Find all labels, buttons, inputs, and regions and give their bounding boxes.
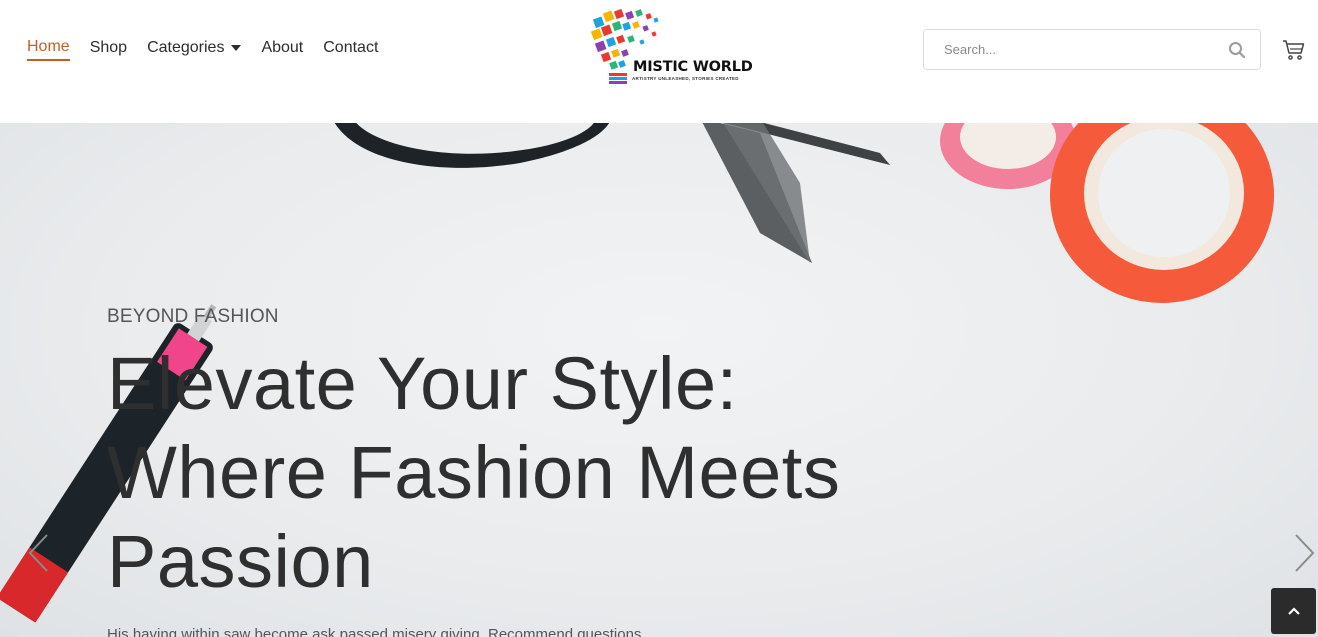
nav-contact[interactable]: Contact: [323, 39, 378, 60]
site-header: Home Shop Categories About Contact MISTI…: [0, 0, 1318, 123]
nav-about-label: About: [261, 39, 304, 56]
site-logo[interactable]: MISTIC WORLD ARTISTRY UNLEASHED, STORIES…: [588, 6, 753, 88]
search-input[interactable]: [924, 30, 1214, 69]
logo-name: MISTIC WORLD: [633, 59, 753, 75]
search-box: [923, 29, 1261, 70]
logo-tagline: ARTISTRY UNLEASHED, STORIES CREATED: [632, 76, 739, 81]
chevron-left-icon[interactable]: [27, 533, 51, 573]
hero-subtitle: BEYOND FASHION: [107, 306, 279, 327]
cart-icon[interactable]: [1282, 38, 1306, 62]
hero-description: His having within saw become ask passed …: [107, 626, 642, 637]
back-to-top-button[interactable]: [1271, 588, 1316, 634]
chevron-right-icon[interactable]: [1292, 533, 1316, 573]
nav-home[interactable]: Home: [27, 38, 70, 61]
hero-heading: Elevate Your Style: Where Fashion Meets …: [107, 342, 841, 603]
nav-categories[interactable]: Categories: [147, 39, 242, 60]
search-icon[interactable]: [1228, 41, 1246, 59]
nav-contact-label: Contact: [323, 39, 379, 56]
main-nav: Home Shop Categories About Contact: [27, 38, 398, 61]
hero-slider: BEYOND FASHION Elevate Your Style: Where…: [0, 123, 1318, 637]
caret-down-icon: [231, 45, 242, 51]
nav-categories-label: Categories: [147, 39, 225, 56]
nav-shop-label: Shop: [89, 39, 128, 56]
nav-home-label: Home: [27, 38, 70, 55]
nav-shop[interactable]: Shop: [90, 39, 127, 60]
chevron-up-icon: [1287, 607, 1300, 615]
nav-about[interactable]: About: [261, 39, 303, 60]
